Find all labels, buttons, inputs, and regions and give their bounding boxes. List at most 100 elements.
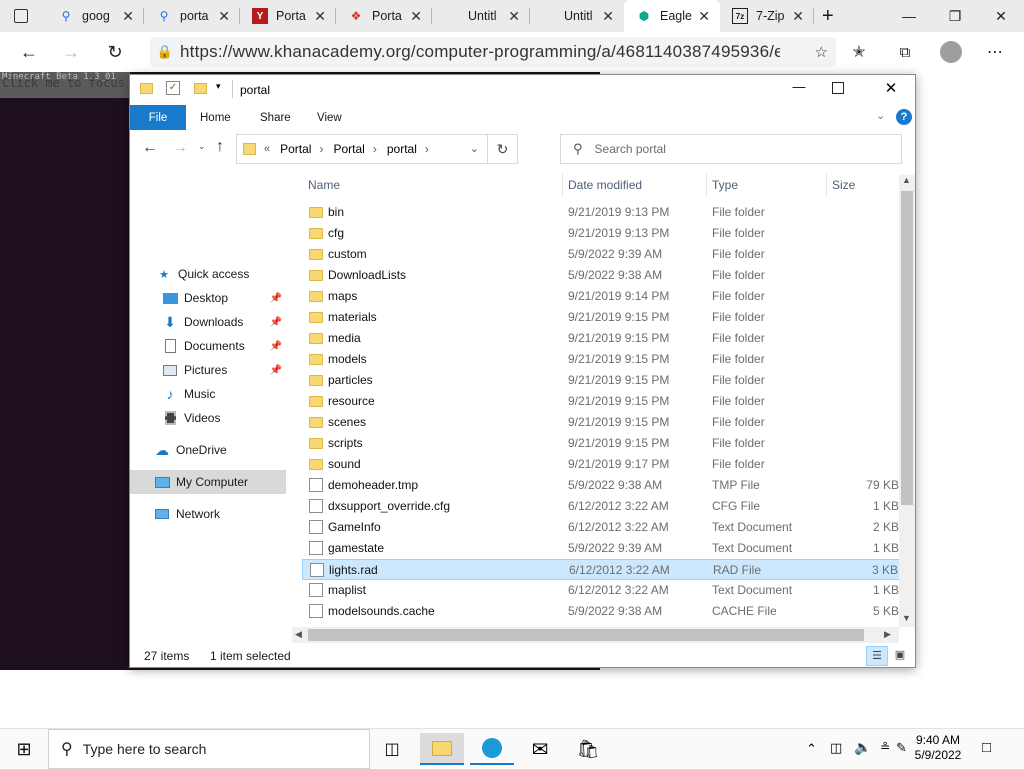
browser-tab[interactable]: ⚲ porta ✕ [144, 0, 240, 32]
table-row[interactable]: modelsounds.cache 5/9/2022 9:38 AM CACHE F… [302, 601, 902, 622]
table-row[interactable]: bin 9/21/2019 9:13 PM File folder [302, 202, 902, 223]
close-icon[interactable]: ✕ [218, 8, 230, 25]
browser-tab[interactable]: ⚲ goog ✕ [46, 0, 144, 32]
clock[interactable]: 9:40 AM 5/9/2022 [912, 733, 964, 763]
close-icon[interactable]: ✕ [698, 8, 710, 25]
scroll-up-icon[interactable]: ▲ [902, 175, 911, 185]
pen-icon[interactable]: ✎ [896, 740, 907, 756]
table-row[interactable]: resource 9/21/2019 9:15 PM File folder [302, 391, 902, 412]
close-button[interactable]: ✕ [878, 79, 904, 97]
close-icon[interactable]: ✕ [122, 8, 134, 25]
nav-onedrive[interactable]: ☁ OneDrive [130, 438, 286, 462]
scrollbar-thumb[interactable] [901, 191, 913, 505]
new-tab-button[interactable]: + [816, 0, 846, 32]
table-row-selected[interactable]: lights.rad 6/12/2012 3:22 AM RAD File 3 KB [302, 559, 902, 580]
column-header-type[interactable]: Type [712, 170, 738, 200]
close-window-button[interactable]: ✕ [978, 0, 1024, 32]
table-row[interactable]: cfg 9/21/2019 9:13 PM File folder [302, 223, 902, 244]
restore-button[interactable]: ❐ [932, 0, 978, 32]
breadcrumb-overflow[interactable]: « [264, 143, 270, 155]
tab-file[interactable]: File [130, 105, 186, 130]
new-folder-icon[interactable] [194, 83, 207, 94]
forward-arrow-icon[interactable]: → [172, 139, 188, 157]
breadcrumb-item[interactable]: Portal [280, 142, 311, 156]
close-icon[interactable]: ✕ [792, 8, 804, 25]
nav-videos[interactable]: Videos [130, 406, 286, 430]
table-row[interactable]: scripts 9/21/2019 9:15 PM File folder [302, 433, 902, 454]
maximize-button[interactable] [832, 82, 844, 94]
mail-taskbar-button[interactable]: ✉ [518, 733, 562, 765]
collections-button[interactable]: ⧉ [890, 38, 920, 66]
scroll-right-icon[interactable]: ▶ [884, 629, 891, 640]
notifications-icon[interactable]: □ [982, 739, 991, 756]
refresh-icon[interactable]: ↻ [487, 135, 517, 163]
help-icon[interactable]: ? [896, 109, 912, 125]
up-arrow-icon[interactable]: ↑ [216, 138, 224, 156]
recent-locations-icon[interactable]: ⌄ [198, 141, 206, 152]
back-button[interactable]: ← [14, 38, 44, 66]
browser-tab[interactable]: Y Porta ✕ [240, 0, 336, 32]
close-icon[interactable]: ✕ [602, 8, 614, 25]
table-row[interactable]: models 9/21/2019 9:15 PM File folder [302, 349, 902, 370]
chevron-down-icon[interactable]: ⌄ [470, 142, 479, 155]
table-row[interactable]: gamestate 5/9/2022 9:39 AM Text Document 1 … [302, 538, 902, 559]
close-icon[interactable]: ✕ [314, 8, 326, 25]
focus-prompt[interactable]: Click me to focus [2, 76, 125, 90]
close-icon[interactable]: ✕ [508, 8, 520, 25]
nav-network[interactable]: Network [130, 502, 286, 526]
tab-actions-button[interactable] [0, 0, 46, 32]
column-header-name[interactable]: Name [308, 170, 340, 200]
nav-documents[interactable]: Documents 📌 [130, 334, 286, 358]
address-bar[interactable]: 🔒 https://www.khanacademy.org/computer-p… [150, 37, 836, 67]
chevron-right-icon[interactable]: › [319, 142, 323, 156]
chevron-right-icon[interactable]: › [373, 142, 377, 156]
browser-tab[interactable]: Untitl ✕ [530, 0, 624, 32]
nav-desktop[interactable]: Desktop 📌 [130, 286, 286, 310]
table-row[interactable]: demoheader.tmp 5/9/2022 9:38 AM TMP File 79… [302, 475, 902, 496]
add-favorite-icon[interactable]: ☆ [815, 43, 828, 61]
show-hidden-icons-icon[interactable]: ⌃ [806, 741, 817, 757]
table-row[interactable]: maplist 6/12/2012 3:22 AM Text Document 1 K… [302, 580, 902, 601]
table-row[interactable]: maps 9/21/2019 9:14 PM File folder [302, 286, 902, 307]
browser-tab[interactable]: 7z 7-Zip ✕ [720, 0, 814, 32]
speaker-icon[interactable]: 🔈 [854, 739, 871, 756]
close-icon[interactable]: ✕ [410, 8, 422, 25]
edge-taskbar-button[interactable] [470, 733, 514, 765]
browser-tab-active[interactable]: ⬢ Eagle ✕ [624, 0, 720, 32]
ime-icon[interactable]: ≗ [880, 740, 890, 754]
table-row[interactable]: particles 9/21/2019 9:15 PM File folder [302, 370, 902, 391]
table-row[interactable]: sound 9/21/2019 9:17 PM File folder [302, 454, 902, 475]
table-row[interactable]: scenes 9/21/2019 9:15 PM File folder [302, 412, 902, 433]
table-row[interactable]: DownloadLists 5/9/2022 9:38 AM File folder [302, 265, 902, 286]
table-row[interactable]: custom 5/9/2022 9:39 AM File folder [302, 244, 902, 265]
table-row[interactable]: materials 9/21/2019 9:15 PM File folder [302, 307, 902, 328]
search-input[interactable]: ⚲ Search portal [560, 134, 902, 164]
device-icon[interactable]: ◫ [830, 740, 842, 756]
favorites-button[interactable]: ✭ [844, 38, 874, 66]
store-taskbar-button[interactable]: 🛍 [566, 733, 610, 765]
file-explorer-taskbar-button[interactable] [420, 733, 464, 765]
scrollbar-thumb[interactable] [308, 629, 864, 641]
settings-menu-button[interactable]: ⋯ [980, 38, 1010, 66]
forward-button[interactable]: → [56, 38, 86, 66]
table-row[interactable]: GameInfo 6/12/2012 3:22 AM Text Document 2 … [302, 517, 902, 538]
expand-ribbon-icon[interactable]: ⌄ [876, 109, 885, 122]
tab-home[interactable]: Home [200, 105, 231, 130]
large-icons-view-icon[interactable]: ▣ [892, 647, 908, 663]
table-row[interactable]: dxsupport_override.cfg 6/12/2012 3:22 AM C… [302, 496, 902, 517]
start-button[interactable]: ⊞ [2, 733, 46, 765]
task-view-button[interactable]: ◫ [370, 733, 414, 765]
minimize-button[interactable]: — [786, 79, 812, 94]
nav-my-computer[interactable]: My Computer [130, 470, 286, 494]
properties-icon[interactable]: ✓ [166, 81, 180, 95]
details-view-icon[interactable]: ☰ [866, 646, 888, 666]
breadcrumb-item[interactable]: Portal [333, 142, 364, 156]
taskbar-search-box[interactable]: ⚲ Type here to search [48, 729, 370, 769]
column-header-size[interactable]: Size [832, 170, 855, 200]
breadcrumb[interactable]: « Portal › Portal › portal › ⌄ ↻ [236, 134, 518, 164]
scroll-left-icon[interactable]: ◀ [295, 629, 302, 640]
profile-button[interactable] [936, 38, 966, 66]
nav-quick-access[interactable]: ★ Quick access [130, 262, 286, 286]
table-row[interactable]: media 9/21/2019 9:15 PM File folder [302, 328, 902, 349]
scroll-down-icon[interactable]: ▼ [902, 613, 911, 623]
